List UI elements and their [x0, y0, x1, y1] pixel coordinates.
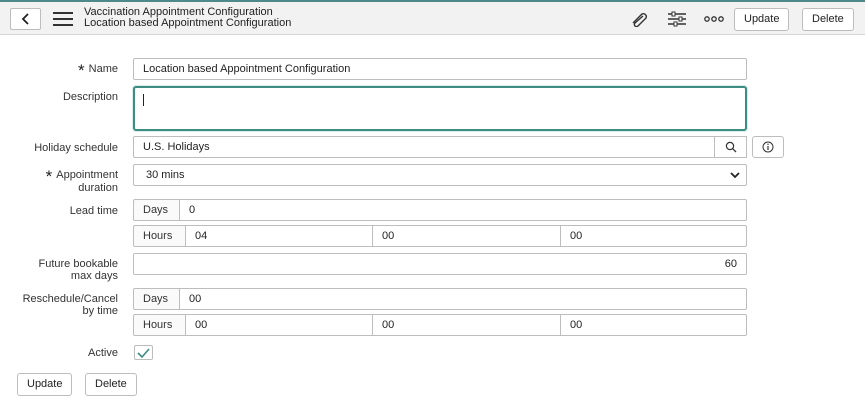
active-label: Active: [88, 347, 118, 359]
lead-time-minutes-field[interactable]: 00: [372, 225, 561, 247]
appointment-duration-label: * Appointment duration: [45, 167, 118, 194]
lookup-button[interactable]: [714, 136, 747, 158]
more-options-icon[interactable]: [704, 10, 724, 28]
reschedule-days-field[interactable]: 00: [179, 288, 747, 310]
footer-delete-button[interactable]: Delete: [85, 373, 137, 396]
form-subtitle: Location based Appointment Configuration: [84, 17, 292, 29]
hamburger-menu-icon[interactable]: [53, 12, 73, 26]
future-bookable-field[interactable]: 60: [133, 253, 747, 275]
lead-time-days-label: Days: [133, 199, 180, 221]
back-button[interactable]: [10, 8, 41, 30]
required-icon: *: [78, 61, 85, 80]
appointment-duration-select[interactable]: 30 mins: [133, 164, 747, 186]
form-header: Vaccination Appointment Configuration Lo…: [0, 0, 865, 35]
reschedule-minutes-field[interactable]: 00: [372, 314, 561, 336]
header-titles: Vaccination Appointment Configuration Lo…: [84, 7, 291, 29]
chevron-down-icon: [730, 172, 740, 179]
info-button[interactable]: [752, 136, 784, 158]
active-checkbox[interactable]: [134, 345, 153, 360]
description-field[interactable]: [133, 86, 747, 131]
footer-update-button[interactable]: Update: [17, 373, 73, 396]
name-label: * Name: [78, 61, 118, 80]
holiday-schedule-field[interactable]: U.S. Holidays: [133, 136, 715, 158]
reschedule-hours-field[interactable]: 00: [185, 314, 373, 336]
reschedule-hours-label: Hours: [133, 314, 186, 336]
text-cursor: [143, 94, 144, 106]
appointment-duration-value: 30 mins: [146, 169, 185, 181]
lead-time-hours-field[interactable]: 04: [185, 225, 373, 247]
description-label: Description: [62, 91, 118, 103]
checkmark-icon: [137, 347, 150, 358]
header-update-button[interactable]: Update: [734, 8, 790, 31]
lead-time-label: Lead time: [69, 205, 118, 217]
chevron-left-icon: [21, 13, 29, 25]
paperclip-icon[interactable]: [630, 10, 650, 28]
info-icon: [762, 141, 774, 153]
name-field[interactable]: Location based Appointment Configuration: [133, 58, 747, 80]
future-bookable-label: Future bookable max days: [38, 258, 119, 282]
reschedule-cancel-label: Reschedule/Cancel by time: [22, 293, 118, 317]
lead-time-seconds-field[interactable]: 00: [560, 225, 747, 247]
required-icon: *: [45, 167, 53, 186]
lead-time-days-field[interactable]: 0: [179, 199, 747, 221]
search-icon: [725, 141, 736, 153]
lead-time-hours-label: Hours: [133, 225, 186, 247]
reschedule-days-label: Days: [133, 288, 180, 310]
holiday-schedule-label: Holiday schedule: [34, 142, 118, 154]
header-delete-button[interactable]: Delete: [802, 8, 854, 31]
reschedule-seconds-field[interactable]: 00: [560, 314, 747, 336]
sliders-icon[interactable]: [667, 10, 687, 28]
